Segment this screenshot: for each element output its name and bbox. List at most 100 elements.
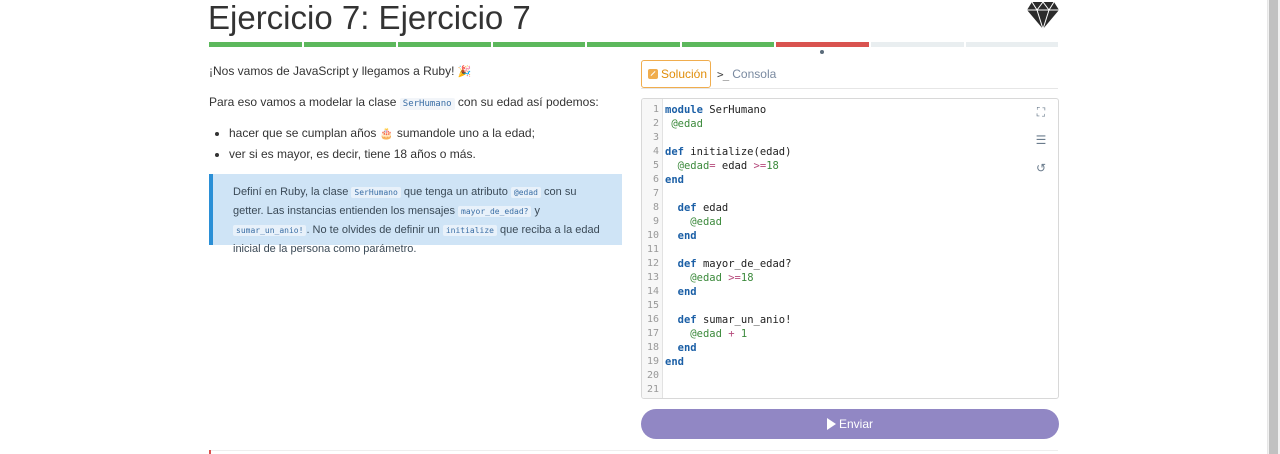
- line-number: 12: [646, 258, 659, 269]
- line-number: 16: [646, 314, 659, 325]
- task-list: hacer que se cumplan años 🎂 sumandole un…: [209, 123, 535, 164]
- progress-segment-9[interactable]: [965, 42, 1059, 47]
- line-number: 20: [646, 370, 659, 381]
- code-line[interactable]: 21: [642, 383, 1058, 397]
- progress-segment-6[interactable]: [681, 42, 775, 47]
- code-line[interactable]: 1 module SerHumano: [642, 103, 1058, 117]
- code-text[interactable]: @edad: [665, 117, 703, 131]
- editor-tabs: Solución >_ Consola: [641, 60, 1058, 89]
- expand-icon[interactable]: ⛶: [1034, 105, 1048, 119]
- line-number: 1: [652, 104, 659, 115]
- code-line[interactable]: 17 @edad + 1: [642, 327, 1058, 341]
- code-line[interactable]: 12 def mayor_de_edad?: [642, 257, 1058, 271]
- progress-segment-8[interactable]: [870, 42, 964, 47]
- line-number: 10: [646, 230, 659, 241]
- inline-code: SerHumano: [351, 187, 401, 198]
- code-line[interactable]: 6 end: [642, 173, 1058, 187]
- code-line[interactable]: 8 def edad: [642, 201, 1058, 215]
- code-line[interactable]: 19 end: [642, 355, 1058, 369]
- code-line[interactable]: 18 end: [642, 341, 1058, 355]
- progress-segment-1[interactable]: [209, 42, 302, 47]
- line-number: 19: [646, 356, 659, 367]
- play-icon: [826, 418, 836, 430]
- code-text[interactable]: @edad= edad >=18: [665, 159, 779, 173]
- edit-icon: [648, 69, 658, 79]
- line-number: 7: [652, 188, 659, 199]
- divider-accent: [209, 450, 211, 454]
- cake-icon: 🎂: [379, 128, 394, 140]
- code-line[interactable]: 2 @edad: [642, 117, 1058, 131]
- editor-toolbar: ⛶ ☰ ↺: [1034, 105, 1050, 189]
- progress-segment-4[interactable]: [492, 42, 586, 47]
- line-number: 4: [652, 146, 659, 157]
- line-number: 5: [652, 160, 659, 171]
- code-line[interactable]: 15: [642, 299, 1058, 313]
- page-title: Ejercicio 7: Ejercicio 7: [208, 0, 531, 36]
- description-paragraph: Para eso vamos a modelar la clase SerHum…: [209, 95, 599, 110]
- line-number: 13: [646, 272, 659, 283]
- line-number: 14: [646, 286, 659, 297]
- code-text[interactable]: def sumar_un_anio!: [665, 313, 792, 327]
- code-text[interactable]: def mayor_de_edad?: [665, 257, 792, 271]
- inline-code: @edad: [510, 187, 541, 198]
- code-text[interactable]: module SerHumano: [665, 103, 766, 117]
- code-text[interactable]: end: [665, 285, 697, 299]
- ruby-gem-icon: [1027, 1, 1059, 30]
- line-number: 21: [646, 384, 659, 395]
- code-line[interactable]: 13 @edad >=18: [642, 271, 1058, 285]
- code-text[interactable]: end: [665, 341, 697, 355]
- code-text[interactable]: end: [665, 173, 684, 187]
- line-number: 11: [646, 244, 659, 255]
- line-number: 18: [646, 342, 659, 353]
- code-line[interactable]: 7: [642, 187, 1058, 201]
- inline-code: initialize: [442, 225, 497, 236]
- progress-segment-2[interactable]: [303, 42, 397, 47]
- code-line[interactable]: 4 def initialize(edad): [642, 145, 1058, 159]
- current-exercise-indicator: [820, 50, 824, 54]
- terminal-icon: >_: [717, 67, 729, 81]
- line-number: 15: [646, 300, 659, 311]
- line-number: 9: [652, 216, 659, 227]
- code-text[interactable]: end: [665, 229, 697, 243]
- code-text[interactable]: end: [665, 355, 684, 369]
- line-number: 3: [652, 132, 659, 143]
- list-item: ver si es mayor, es decir, tiene 18 años…: [229, 144, 535, 164]
- code-text[interactable]: @edad >=18: [665, 271, 753, 285]
- tab-solucion[interactable]: Solución: [641, 60, 711, 88]
- line-number: 8: [652, 202, 659, 213]
- progress-segment-7[interactable]: [776, 42, 869, 47]
- code-editor[interactable]: 1 module SerHumano 2 @edad 3 4 def initial…: [641, 98, 1059, 399]
- code-text[interactable]: def initialize(edad): [665, 145, 791, 159]
- indent-icon[interactable]: ☰: [1034, 133, 1048, 147]
- intro-text: ¡Nos vamos de JavaScript y llegamos a Ru…: [209, 64, 472, 78]
- code-line[interactable]: 11: [642, 243, 1058, 257]
- scrollbar-thumb[interactable]: [1269, 0, 1278, 454]
- code-line[interactable]: 3: [642, 131, 1058, 145]
- code-line[interactable]: 9 @edad: [642, 215, 1058, 229]
- class-name-code: SerHumano: [399, 98, 455, 110]
- send-button[interactable]: Enviar: [641, 409, 1059, 439]
- page-scrollbar[interactable]: [1267, 0, 1280, 454]
- line-number: 2: [652, 118, 659, 129]
- tab-consola[interactable]: >_ Consola: [717, 60, 776, 88]
- code-text[interactable]: def edad: [665, 201, 729, 215]
- code-line[interactable]: 5 @edad= edad >=18: [642, 159, 1058, 173]
- progress-segment-5[interactable]: [587, 42, 680, 47]
- line-number: 17: [646, 328, 659, 339]
- code-line[interactable]: 20: [642, 369, 1058, 383]
- code-text[interactable]: @edad: [665, 215, 722, 229]
- exercise-progress-bar: [209, 42, 1059, 47]
- divider: [209, 450, 1058, 451]
- reset-icon[interactable]: ↺: [1034, 161, 1048, 175]
- line-number: 6: [652, 174, 659, 185]
- instructions-callout: Definí en Ruby, la clase SerHumano que t…: [209, 174, 622, 255]
- progress-segment-3[interactable]: [398, 42, 491, 47]
- code-line[interactable]: 10 end: [642, 229, 1058, 243]
- inline-code: mayor_de_edad?: [458, 206, 532, 217]
- list-item: hacer que se cumplan años 🎂 sumandole un…: [229, 123, 535, 144]
- party-popper-icon: 🎉: [457, 66, 472, 78]
- code-line[interactable]: 16 def sumar_un_anio!: [642, 313, 1058, 327]
- code-text[interactable]: @edad + 1: [665, 327, 747, 341]
- code-line[interactable]: 14 end: [642, 285, 1058, 299]
- inline-code: sumar_un_anio!: [233, 225, 307, 236]
